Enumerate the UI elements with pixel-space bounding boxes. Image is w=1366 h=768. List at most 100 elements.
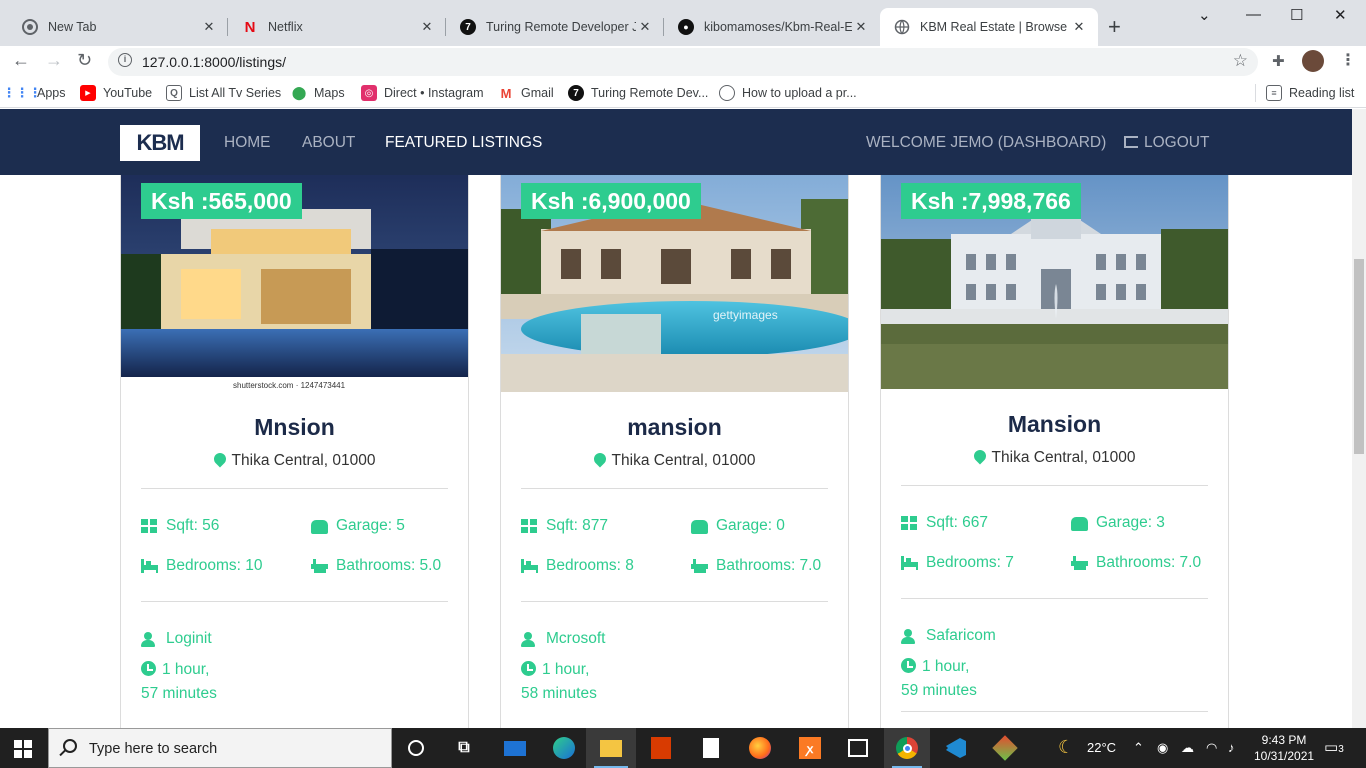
maximize-button[interactable]: ☐: [1290, 6, 1303, 24]
taskbar-clock[interactable]: 9:43 PM 10/31/2021: [1254, 732, 1314, 764]
nav-logout[interactable]: LOGOUT: [1124, 134, 1209, 152]
reload-icon[interactable]: ↻: [77, 50, 92, 71]
xampp-icon[interactable]: ꭗ: [798, 736, 822, 760]
browser-tab-strip: New Tab ✕ N Netflix ✕ 7 Turing Remote De…: [0, 0, 1366, 46]
listing-location: Thika Central, 01000: [121, 450, 468, 470]
photo-watermark: gettyimages: [713, 308, 778, 322]
bookmark-turing[interactable]: 7 Turing Remote Dev...: [568, 85, 708, 101]
wifi-icon[interactable]: ◠: [1206, 740, 1217, 756]
task-view-icon[interactable]: ⧉: [452, 736, 476, 760]
tab-netflix[interactable]: N Netflix ✕: [228, 8, 446, 46]
tab-kbm-real-estate[interactable]: KBM Real Estate | Browse Properties ✕: [880, 8, 1098, 46]
listing-card: Ksh :7,998,766 Mansion Thika Central, 01…: [880, 158, 1229, 728]
bed-icon: [141, 559, 158, 573]
listing-title[interactable]: Mansion: [881, 411, 1228, 438]
listing-title[interactable]: Mnsion: [121, 414, 468, 441]
globe-icon: [719, 85, 735, 101]
edge-icon[interactable]: [552, 736, 576, 760]
nav-home[interactable]: HOME: [224, 134, 271, 152]
bookmark-star-icon[interactable]: ☆: [1233, 51, 1248, 71]
turing-icon: 7: [460, 19, 476, 35]
clock-icon: [141, 661, 156, 676]
minimize-button[interactable]: —: [1246, 6, 1261, 23]
close-window-button[interactable]: ✕: [1334, 6, 1347, 24]
tab-new-tab[interactable]: New Tab ✕: [8, 8, 228, 46]
car-icon: [691, 520, 708, 534]
page-scrollbar[interactable]: [1352, 109, 1366, 728]
windows-start-icon[interactable]: [14, 740, 32, 758]
firefox-icon[interactable]: [748, 736, 772, 760]
tab-github[interactable]: ● kibomamoses/Kbm-Real-Estate ✕: [664, 8, 880, 46]
user-icon: [141, 632, 158, 647]
nav-dashboard[interactable]: WELCOME JEMO (DASHBOARD): [866, 134, 1106, 152]
nav-featured-listings[interactable]: FEATURED LISTINGS: [385, 134, 542, 152]
reading-list-icon: ≡: [1266, 85, 1282, 101]
car-icon: [1071, 517, 1088, 531]
bookmark-youtube[interactable]: ▶ YouTube: [80, 85, 152, 101]
bath-icon: [691, 559, 708, 573]
gmail-icon: M: [500, 85, 512, 101]
turing-icon: 7: [568, 85, 584, 101]
map-marker-icon: [211, 450, 229, 468]
listing-garage: Garage: 0: [691, 517, 785, 535]
bookmark-list-all-tv-series[interactable]: Q List All Tv Series: [166, 85, 281, 101]
tab-turing[interactable]: 7 Turing Remote Developer Jobs ✕: [446, 8, 664, 46]
address-bar[interactable]: i 127.0.0.1:8000/listings/ ☆: [108, 48, 1258, 76]
chrome-taskbar-icon[interactable]: [895, 736, 919, 760]
listing-sqft: Sqft: 56: [141, 517, 219, 535]
reading-list-button[interactable]: ≡ Reading list: [1266, 85, 1354, 101]
bookmark-maps[interactable]: ⬤ Maps: [291, 85, 345, 101]
windows-taskbar: Type here to search ⧉ ꭗ ☾ 22°C ⌃ ◉ ☁ ◠ ♪…: [0, 728, 1366, 768]
bookmark-apps[interactable]: ⋮⋮⋮ Apps: [3, 85, 66, 101]
nav-about[interactable]: ABOUT: [302, 134, 355, 152]
car-icon: [311, 520, 328, 534]
clock-icon: [901, 658, 916, 673]
close-tab-icon[interactable]: ✕: [852, 19, 870, 35]
office-icon[interactable]: [649, 736, 673, 760]
bookmark-instagram[interactable]: ◎ Direct • Instagram: [361, 85, 484, 101]
map-marker-icon: [971, 447, 989, 465]
close-tab-icon[interactable]: ✕: [418, 19, 436, 35]
listing-bathrooms: Bathrooms: 7.0: [691, 557, 821, 575]
file-explorer-icon[interactable]: [599, 736, 623, 760]
site-info-icon[interactable]: i: [118, 53, 132, 67]
close-tab-icon[interactable]: ✕: [636, 19, 654, 35]
site-navbar: KBM HOME ABOUT FEATURED LISTINGS WELCOME…: [0, 109, 1352, 175]
weather-moon-icon[interactable]: ☾: [1058, 737, 1074, 758]
taskbar-search-box[interactable]: Type here to search: [48, 728, 392, 768]
bed-icon: [521, 559, 538, 573]
bookmark-how-to-upload[interactable]: How to upload a pr...: [719, 85, 857, 101]
volume-icon[interactable]: ♪: [1228, 740, 1235, 755]
weather-temperature[interactable]: 22°C: [1087, 740, 1116, 755]
microsoft-store-icon[interactable]: [846, 736, 870, 760]
onedrive-cloud-icon[interactable]: ☁: [1181, 740, 1194, 756]
tv-icon: Q: [166, 85, 182, 101]
notifications-icon[interactable]: ▭3: [1324, 738, 1344, 756]
profile-avatar[interactable]: [1302, 50, 1324, 72]
cortana-icon[interactable]: [404, 736, 428, 760]
maps-pin-icon: ⬤: [291, 85, 307, 100]
netflix-icon: N: [244, 18, 256, 36]
close-tab-icon[interactable]: ✕: [200, 19, 218, 35]
vscode-icon[interactable]: [944, 736, 968, 760]
instagram-icon: ◎: [361, 85, 377, 101]
listing-title[interactable]: mansion: [501, 414, 848, 441]
notepad-icon[interactable]: [699, 736, 723, 760]
extensions-puzzle-icon[interactable]: ✚: [1272, 52, 1285, 70]
new-tab-button[interactable]: +: [1108, 14, 1121, 40]
bookmark-gmail[interactable]: M Gmail: [498, 85, 554, 101]
close-tab-icon[interactable]: ✕: [1070, 19, 1088, 35]
tab-search-chevron-icon[interactable]: ⌄: [1198, 6, 1211, 24]
kbm-logo[interactable]: KBM: [120, 125, 200, 161]
webcam-icon[interactable]: ◉: [1157, 740, 1168, 756]
back-arrow-icon[interactable]: ←: [12, 50, 30, 71]
mail-icon[interactable]: [503, 736, 527, 760]
forward-arrow-icon[interactable]: →: [45, 50, 63, 71]
tray-chevron-icon[interactable]: ⌃: [1133, 740, 1144, 756]
user-icon: [901, 629, 918, 644]
url-text[interactable]: 127.0.0.1:8000/listings/: [142, 54, 286, 70]
listing-card: gettyimages Ksh :6,900,000 mansion Thika…: [500, 158, 849, 728]
scrollbar-thumb[interactable]: [1354, 259, 1364, 454]
chrome-menu-icon[interactable]: ⋮: [1340, 50, 1356, 70]
git-icon[interactable]: [992, 735, 1018, 761]
